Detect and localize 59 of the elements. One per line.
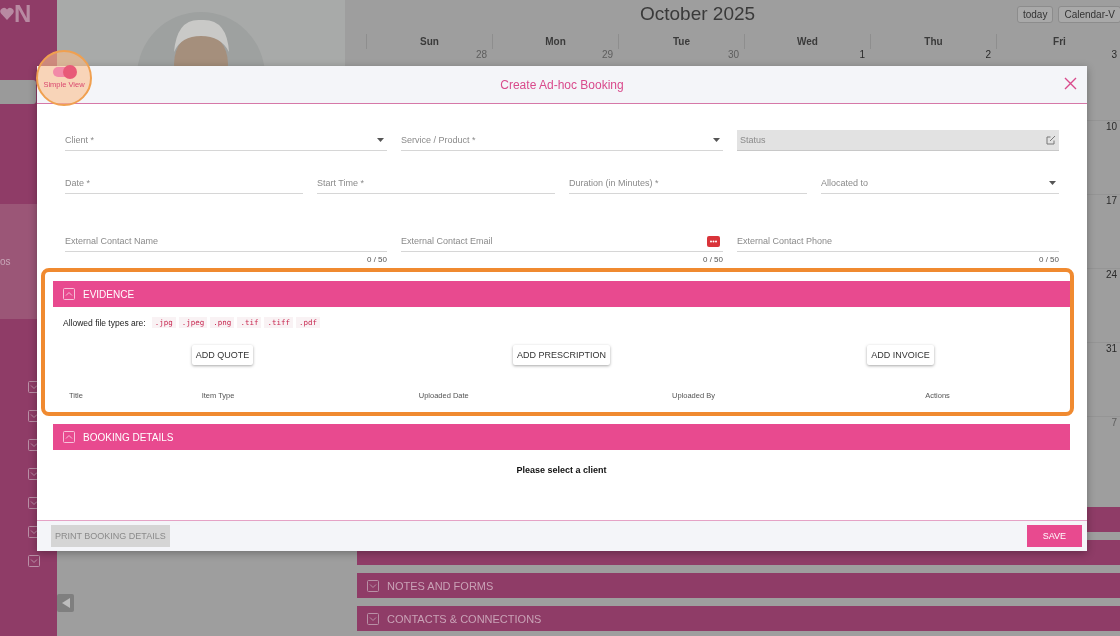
heart-icon <box>0 7 14 21</box>
section-header[interactable]: EVIDENCE <box>53 281 1070 307</box>
triangle-left-icon <box>61 598 70 608</box>
chevron-up-icon[interactable] <box>63 431 75 443</box>
simple-view-switch[interactable] <box>53 67 75 77</box>
caret-icon <box>713 138 720 142</box>
input-field[interactable]: External Contact Name <box>65 231 387 252</box>
logo-text: N <box>14 0 32 28</box>
allowed-types-text: Allowed file types are: <box>63 317 146 328</box>
calendar-title: October 2025 <box>640 3 756 25</box>
input-field[interactable]: External Contact Email <box>401 231 723 252</box>
date-number: 2 <box>985 49 991 60</box>
section-header[interactable]: BOOKING DETAILS <box>53 424 1070 450</box>
sidebar-label: os <box>0 256 11 267</box>
character-counter: 0 / 50 <box>367 255 387 264</box>
day-name: Thu <box>870 34 996 49</box>
input-field[interactable]: Duration (in Minutes) * <box>569 173 807 194</box>
empty-message: Please select a client <box>516 465 607 475</box>
date-number: 31 <box>1105 343 1117 354</box>
date-number: 3 <box>1111 49 1117 60</box>
character-counter: 0 / 50 <box>1039 255 1059 264</box>
collapse-button[interactable] <box>57 594 74 612</box>
date-number: 10 <box>1105 121 1117 132</box>
close-button[interactable] <box>1064 77 1077 90</box>
add-button[interactable]: ADD PRESCRIPTION <box>513 345 610 365</box>
calendar-button[interactable]: today <box>1016 5 1054 23</box>
date-number: 29 <box>601 49 613 60</box>
day-name: Wed <box>744 34 870 49</box>
date-number: 24 <box>1105 269 1117 280</box>
calendar-button[interactable]: Calendar-V <box>1058 5 1120 23</box>
dropdown-field[interactable]: Allocated to <box>821 173 1059 194</box>
day-name: Fri <box>996 34 1120 49</box>
date-number: 1 <box>859 49 865 60</box>
caret-icon <box>377 138 384 142</box>
dropdown-field[interactable]: Client * <box>65 130 387 151</box>
add-button[interactable]: ADD INVOICE <box>867 345 934 365</box>
day-name: Mon <box>492 34 618 49</box>
dots-icon[interactable] <box>707 235 720 247</box>
dialog-title: Create Ad-hoc Booking <box>500 77 624 92</box>
chevron-up-icon[interactable] <box>63 288 75 300</box>
section-bar[interactable]: NOTES AND FORMS <box>357 573 1120 598</box>
input-field[interactable]: External Contact Phone <box>737 231 1059 252</box>
add-button[interactable]: ADD QUOTE <box>191 345 254 365</box>
date-number: 28 <box>475 49 487 60</box>
day-name: Tue <box>618 34 744 49</box>
section-title: CONTACTS & CONNECTIONS <box>387 612 542 625</box>
edit-icon[interactable] <box>1046 135 1056 145</box>
section-bar[interactable]: CONTACTS & CONNECTIONS <box>357 606 1120 631</box>
input-field[interactable]: Date * <box>65 173 303 194</box>
input-field[interactable]: Status <box>737 130 1059 151</box>
date-number: 17 <box>1105 195 1117 206</box>
save-button[interactable]: SAVE <box>1026 525 1082 547</box>
input-field[interactable]: Start Time * <box>317 173 555 194</box>
character-counter: 0 / 50 <box>703 255 723 264</box>
section-title: NOTES AND FORMS <box>387 579 494 592</box>
date-number: 30 <box>727 49 739 60</box>
day-name: Sun <box>366 34 492 49</box>
dropdown-field[interactable]: Service / Product * <box>401 130 723 151</box>
caret-icon <box>1049 181 1056 185</box>
